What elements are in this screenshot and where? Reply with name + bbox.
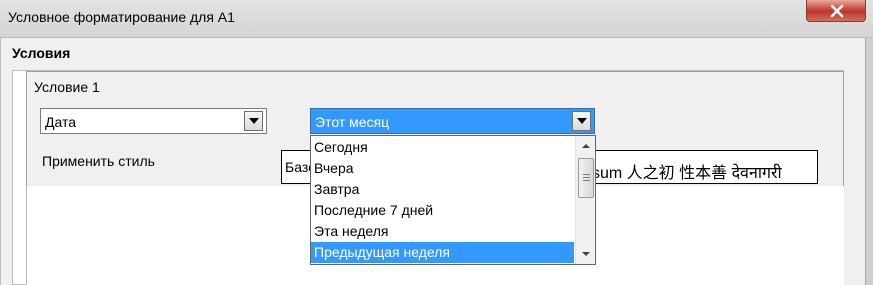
dropdown-item-today[interactable]: Сегодня [311, 137, 574, 158]
scroll-down-arrow-icon [582, 252, 590, 256]
date-period-dropdown-list[interactable]: Сегодня Вчера Завтра Последние 7 дней Эт… [310, 135, 596, 265]
window-title: Условное форматирование для A1 [8, 9, 235, 25]
close-button[interactable] [806, 0, 866, 22]
dropdown-item-this-week[interactable]: Эта неделя [311, 221, 574, 242]
scroll-up-arrow-icon [582, 144, 590, 148]
dropdown-item-previous-week[interactable]: Предыдущая неделя [311, 242, 574, 263]
style-preview-text: sum 人之初 性本善 देवनागरी [592, 165, 782, 182]
condition-1-label: Условие 1 [34, 79, 100, 95]
apply-style-label: Применить стиль [42, 153, 155, 169]
dropdown-item-yesterday[interactable]: Вчера [311, 158, 574, 179]
conditions-section-title: Условия [12, 45, 71, 61]
close-icon [830, 4, 844, 18]
dropdown-item-tomorrow[interactable]: Завтра [311, 179, 574, 200]
chevron-down-icon [577, 118, 587, 124]
condition-type-dropdown-button[interactable] [244, 111, 263, 131]
date-period-value: Этот месяц [315, 114, 390, 130]
chevron-down-icon [249, 118, 259, 124]
dropdown-scrollbar[interactable] [575, 136, 595, 264]
condition-type-combo[interactable]: Дата [40, 108, 267, 134]
title-bar: Условное форматирование для A1 [0, 0, 873, 38]
condition-type-value: Дата [45, 114, 77, 130]
scroll-thumb[interactable] [578, 158, 594, 198]
scroll-up-button[interactable] [578, 139, 594, 153]
date-period-combo[interactable]: Этот месяц [310, 108, 595, 134]
scroll-down-button[interactable] [578, 247, 594, 261]
date-period-dropdown-button[interactable] [572, 111, 591, 131]
dropdown-item-last-7-days[interactable]: Последние 7 дней [311, 200, 574, 221]
